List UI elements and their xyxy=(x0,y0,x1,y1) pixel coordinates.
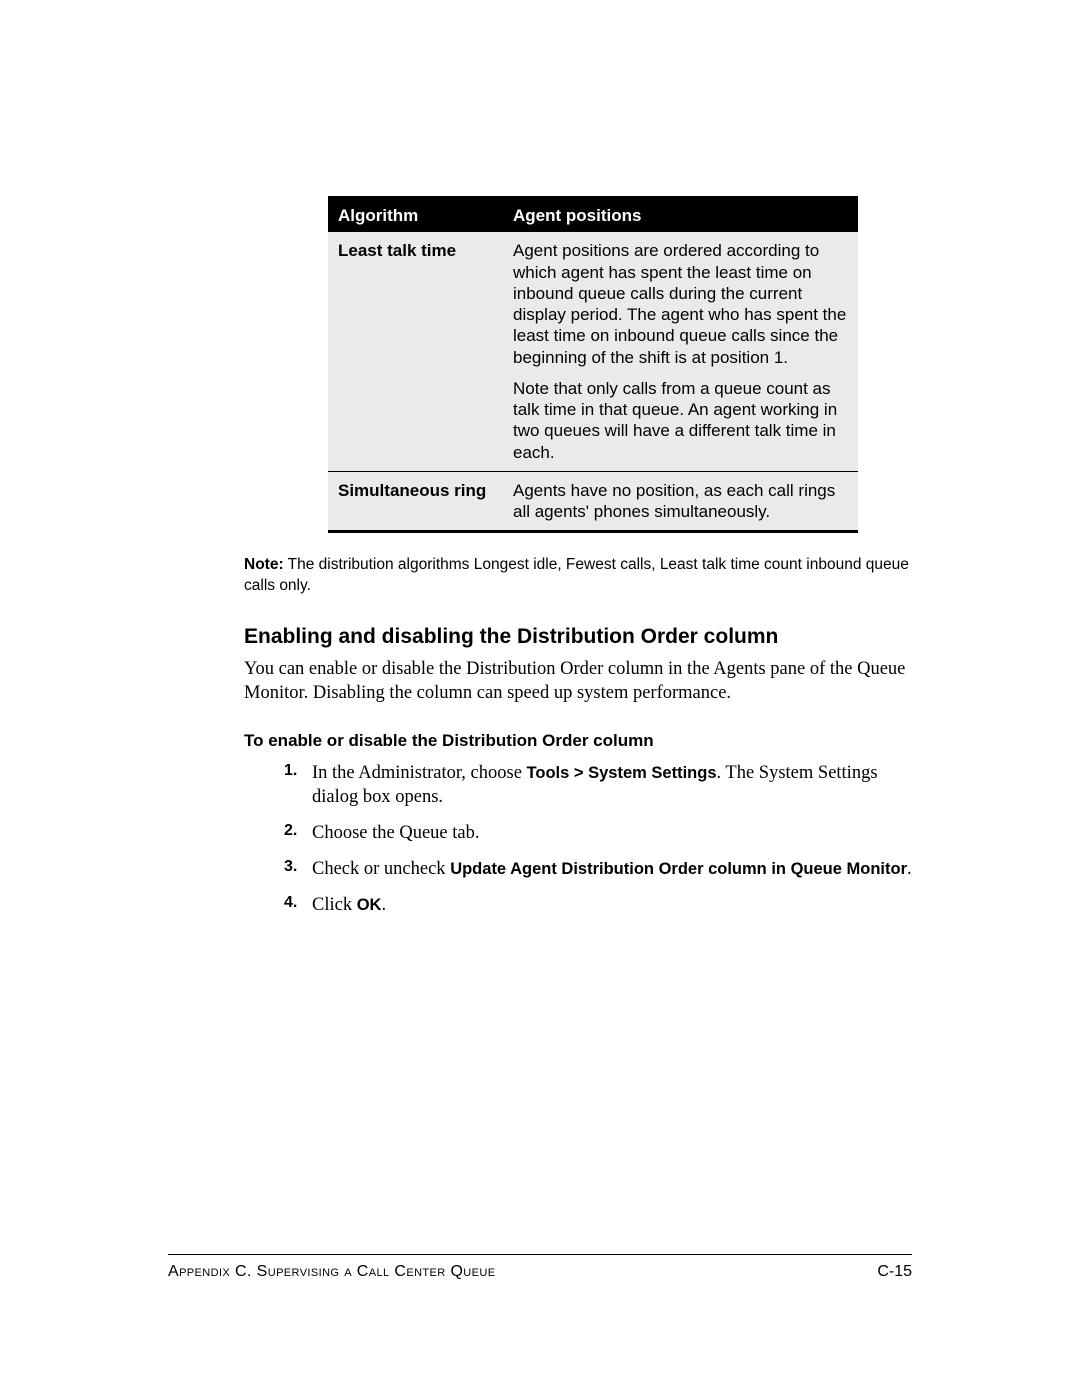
step-text: Click xyxy=(312,895,357,915)
section-body: You can enable or disable the Distributi… xyxy=(244,657,912,705)
table-header-algorithm: Algorithm xyxy=(328,198,503,233)
footer-appendix: Appendix C. Supervising a Call Center Qu… xyxy=(168,1263,495,1281)
list-item: Check or uncheck Update Agent Distributi… xyxy=(284,857,912,881)
list-item: Click OK. xyxy=(284,893,912,917)
step-bold: Tools > System Settings xyxy=(527,764,717,782)
cell-description: Agents have no position, as each call ri… xyxy=(503,471,858,532)
step-text: Check or uncheck xyxy=(312,859,450,879)
cell-description-para: Agent positions are ordered according to… xyxy=(513,240,848,368)
section-heading: Enabling and disabling the Distribution … xyxy=(244,625,912,649)
algorithm-table: Algorithm Agent positions Least talk tim… xyxy=(328,196,858,533)
cell-description: Agent positions are ordered according to… xyxy=(503,232,858,471)
step-text: Choose the Queue tab. xyxy=(312,823,480,843)
cell-algorithm: Simultaneous ring xyxy=(328,471,503,532)
table-header-positions: Agent positions xyxy=(503,198,858,233)
page-footer: Appendix C. Supervising a Call Center Qu… xyxy=(168,1254,912,1281)
table-row: Simultaneous ring Agents have no positio… xyxy=(328,471,858,532)
steps-list: In the Administrator, choose Tools > Sys… xyxy=(284,761,912,917)
step-text: . xyxy=(907,859,912,879)
page: Algorithm Agent positions Least talk tim… xyxy=(0,0,1080,1397)
section-subheading: To enable or disable the Distribution Or… xyxy=(244,731,912,751)
list-item: Choose the Queue tab. xyxy=(284,821,912,845)
cell-description-para: Agents have no position, as each call ri… xyxy=(513,480,848,523)
note-paragraph: Note: The distribution algorithms Longes… xyxy=(244,555,912,597)
step-bold: Update Agent Distribution Order column i… xyxy=(450,860,907,878)
step-bold: OK xyxy=(357,896,382,914)
step-text: . xyxy=(381,895,386,915)
cell-description-para: Note that only calls from a queue count … xyxy=(513,378,848,463)
list-item: In the Administrator, choose Tools > Sys… xyxy=(284,761,912,809)
step-text: In the Administrator, choose xyxy=(312,763,527,783)
footer-page-number: C-15 xyxy=(877,1263,912,1281)
note-label: Note: xyxy=(244,556,284,573)
note-text: The distribution algorithms Longest idle… xyxy=(244,556,909,594)
table-row: Least talk time Agent positions are orde… xyxy=(328,232,858,471)
cell-algorithm: Least talk time xyxy=(328,232,503,471)
